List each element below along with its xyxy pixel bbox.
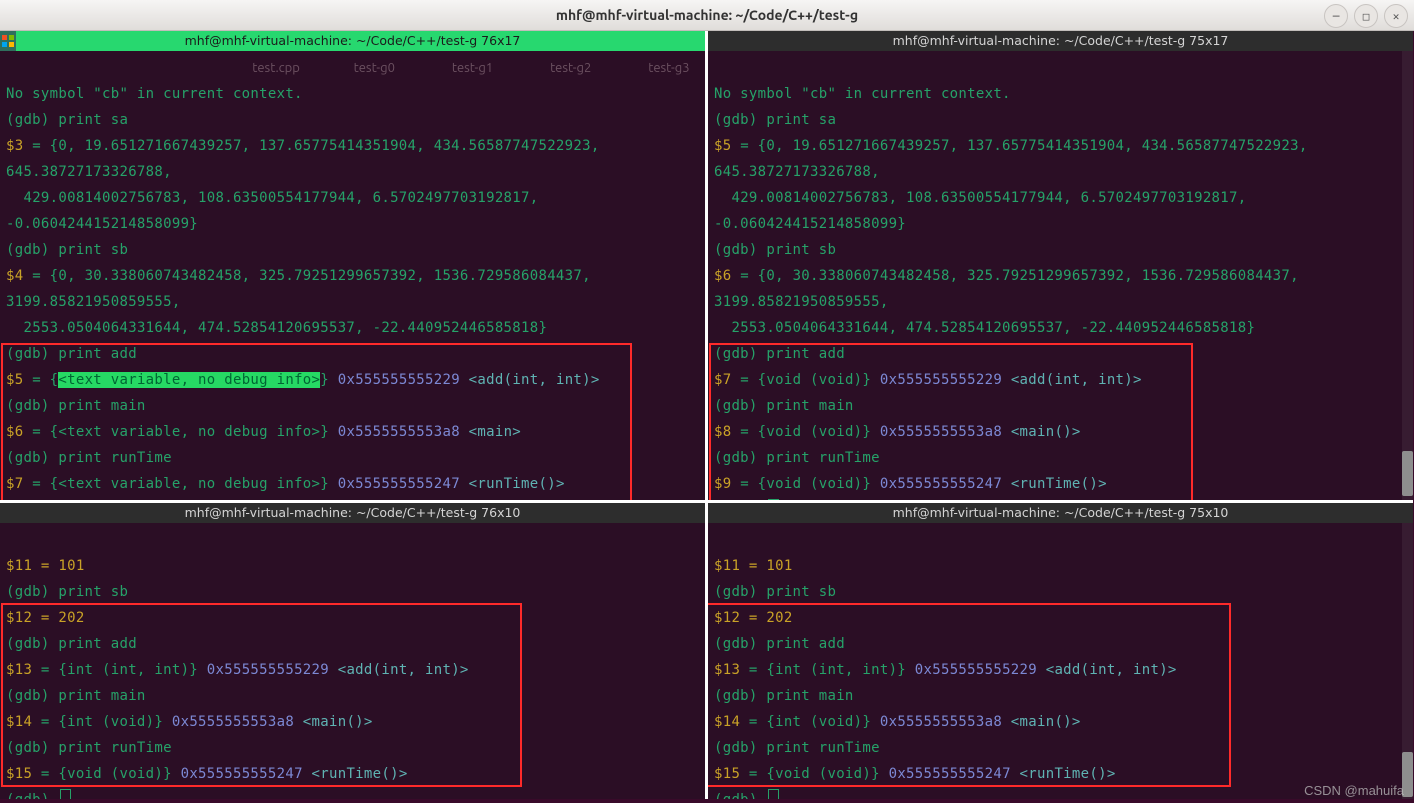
cursor: [60, 789, 71, 799]
window-titlebar: mhf@mhf-virtual-machine: ~/Code/C++/test…: [0, 0, 1414, 31]
watermark: CSDN @mahuifa: [1304, 783, 1404, 798]
pane-top-right[interactable]: mhf@mhf-virtual-machine: ~/Code/C++/test…: [708, 31, 1413, 500]
launcher-icon[interactable]: [0, 31, 16, 51]
pane-title: mhf@mhf-virtual-machine: ~/Code/C++/test…: [0, 31, 705, 51]
pane-bottom-right[interactable]: mhf@mhf-virtual-machine: ~/Code/C++/test…: [708, 503, 1413, 799]
pane-top-left[interactable]: mhf@mhf-virtual-machine: ~/Code/C++/test…: [0, 31, 705, 500]
pane-bottom-left[interactable]: mhf@mhf-virtual-machine: ~/Code/C++/test…: [0, 503, 705, 799]
terminal-output[interactable]: $11 = 101 (gdb) print sb $12 = 202 (gdb)…: [708, 523, 1413, 799]
pane-title: mhf@mhf-virtual-machine: ~/Code/C++/test…: [708, 31, 1413, 51]
highlighted-text: <text variable, no debug info>: [58, 372, 320, 388]
cursor: [768, 789, 779, 799]
maximize-button[interactable]: □: [1354, 4, 1378, 28]
cursor: [768, 499, 779, 500]
close-button[interactable]: ✕: [1384, 4, 1408, 28]
pane-title: mhf@mhf-virtual-machine: ~/Code/C++/test…: [0, 503, 705, 523]
terminal-output[interactable]: $11 = 101 (gdb) print sb $12 = 202 (gdb)…: [0, 523, 705, 799]
terminal-splits: mhf@mhf-virtual-machine: ~/Code/C++/test…: [0, 31, 1414, 801]
minimize-button[interactable]: ─: [1324, 4, 1348, 28]
window-controls: ─ □ ✕: [1324, 4, 1408, 28]
window-title: mhf@mhf-virtual-machine: ~/Code/C++/test…: [0, 7, 1414, 23]
terminal-output[interactable]: No symbol "cb" in current context. (gdb)…: [708, 51, 1413, 500]
terminal-output[interactable]: No symbol "cb" in current context. (gdb)…: [0, 51, 705, 500]
pane-title: mhf@mhf-virtual-machine: ~/Code/C++/test…: [708, 503, 1413, 523]
